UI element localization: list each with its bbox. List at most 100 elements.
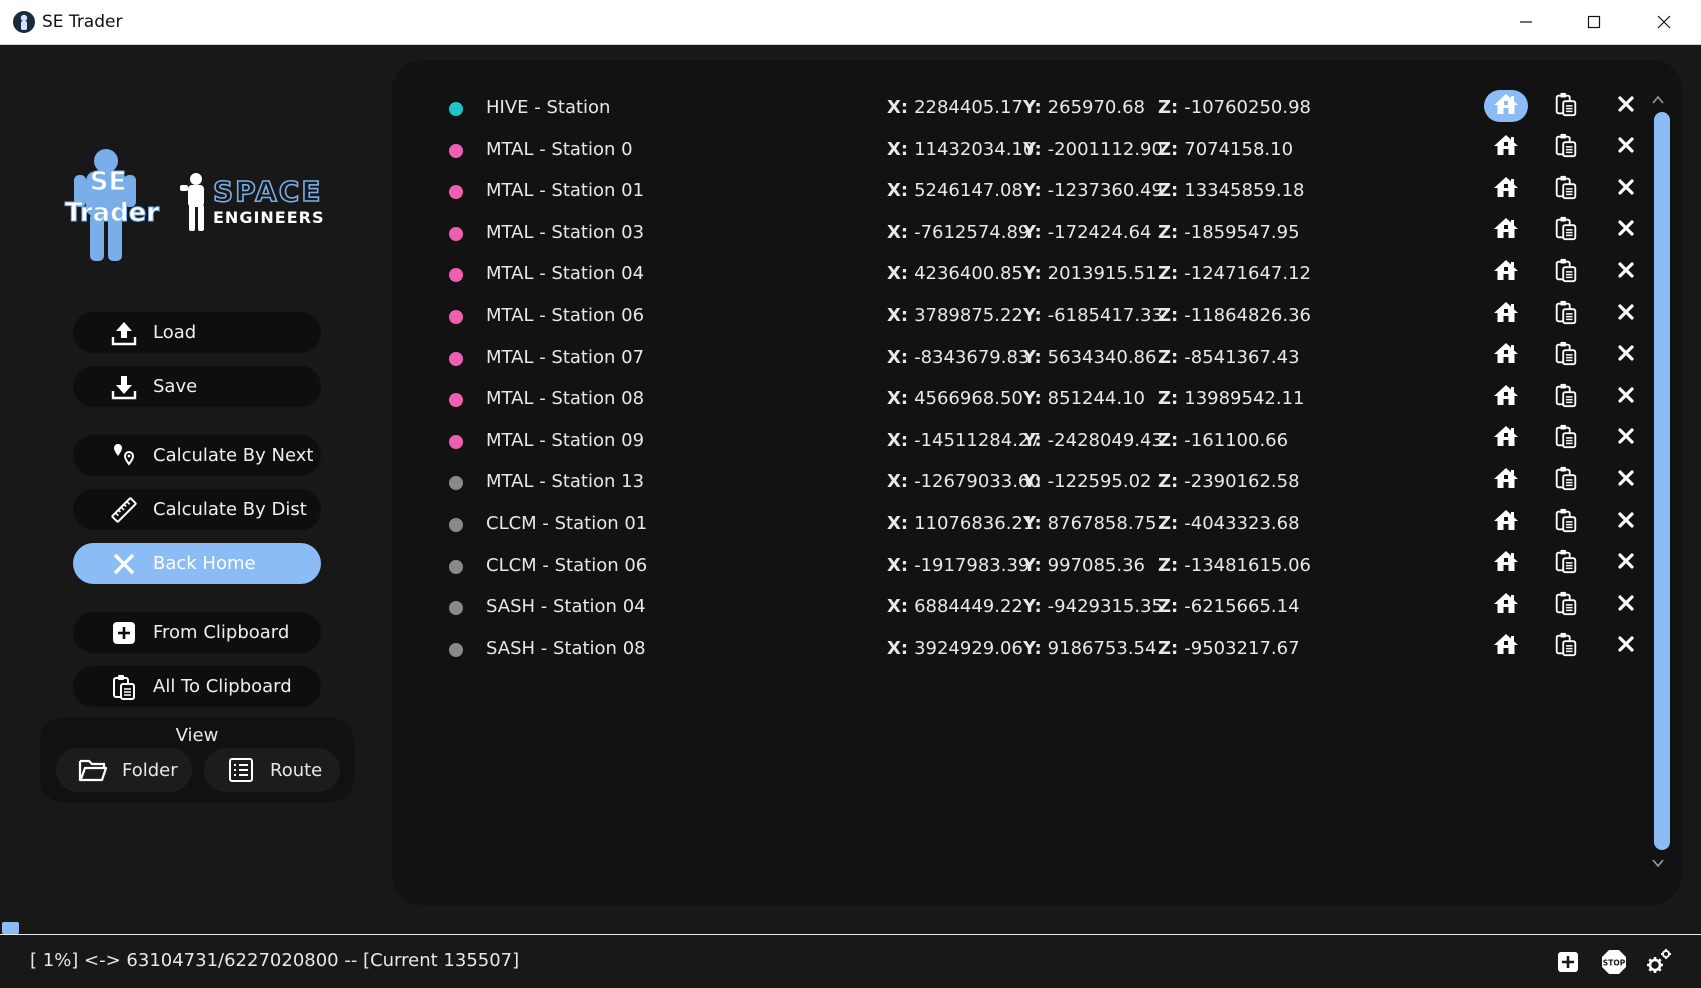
copy-to-clipboard-button[interactable]: [1544, 256, 1588, 288]
load-button[interactable]: Load: [73, 312, 321, 353]
copy-to-clipboard-button[interactable]: [1544, 90, 1588, 122]
set-home-button[interactable]: [1484, 340, 1528, 372]
set-home-button[interactable]: [1484, 215, 1528, 247]
coord-y-label: Y:: [1023, 471, 1042, 493]
set-home-button[interactable]: [1484, 506, 1528, 538]
close-window-button[interactable]: [1632, 0, 1696, 44]
set-home-button[interactable]: [1484, 381, 1528, 413]
copy-to-clipboard-button[interactable]: [1544, 548, 1588, 580]
remove-station-button[interactable]: [1604, 256, 1648, 288]
coord-x: X: 5246147.08: [887, 180, 1023, 201]
stop-button[interactable]: STOP: [1599, 947, 1629, 977]
station-row[interactable]: HIVE - Station X: 2284405.17 Y: 265970.68 Z: -…: [392, 87, 1652, 132]
set-home-button[interactable]: [1484, 298, 1528, 330]
remove-station-button[interactable]: [1604, 90, 1648, 122]
view-folder-button[interactable]: Folder: [56, 748, 192, 792]
remove-station-button[interactable]: [1604, 340, 1648, 372]
remove-station-button[interactable]: [1604, 464, 1648, 496]
coord-z-label: Z:: [1158, 429, 1179, 451]
coord-z: Z: -161100.66: [1158, 430, 1288, 451]
set-home-button[interactable]: [1484, 631, 1528, 663]
coord-x-value: 11432034.10: [914, 138, 1035, 160]
station-row[interactable]: CLCM - Station 06 X: -1917983.39 Y: 997085.3…: [392, 545, 1652, 590]
calculate-by-next-button[interactable]: Calculate By Next: [73, 435, 321, 476]
copy-to-clipboard-button[interactable]: [1544, 215, 1588, 247]
coord-y: Y: -2001112.90: [1023, 139, 1163, 160]
copy-to-clipboard-button[interactable]: [1544, 340, 1588, 372]
station-row[interactable]: SASH - Station 08 X: 3924929.06 Y: 9186753.5…: [392, 628, 1652, 673]
scroll-up-button[interactable]: [1650, 92, 1666, 108]
settings-button[interactable]: [1643, 947, 1673, 977]
remove-station-button[interactable]: [1604, 506, 1648, 538]
copy-to-clipboard-button[interactable]: [1544, 631, 1588, 663]
copy-to-clipboard-button[interactable]: [1544, 132, 1588, 164]
set-home-button[interactable]: [1484, 256, 1528, 288]
remove-station-button[interactable]: [1604, 381, 1648, 413]
station-row[interactable]: MTAL - Station 09 X: -14511284.27 Y: -242804…: [392, 420, 1652, 465]
copy-to-clipboard-button[interactable]: [1544, 506, 1588, 538]
svg-text:ENGINEERS: ENGINEERS: [213, 208, 325, 227]
set-home-button[interactable]: [1484, 589, 1528, 621]
back-home-button[interactable]: Back Home: [73, 543, 321, 584]
view-route-button[interactable]: Route: [204, 748, 340, 792]
divider: [0, 934, 1701, 935]
scroll-down-button[interactable]: [1650, 855, 1666, 871]
station-row[interactable]: MTAL - Station 06 X: 3789875.22 Y: -6185417.…: [392, 295, 1652, 340]
set-home-button[interactable]: [1484, 423, 1528, 455]
copy-to-clipboard-button[interactable]: [1544, 173, 1588, 205]
coord-z: Z: -9503217.67: [1158, 638, 1300, 659]
coord-z-value: -8541367.43: [1184, 346, 1300, 368]
copy-to-clipboard-button[interactable]: [1544, 589, 1588, 621]
station-row[interactable]: SASH - Station 04 X: 6884449.22 Y: -9429315.…: [392, 586, 1652, 631]
save-button[interactable]: Save: [73, 366, 321, 407]
minimize-button[interactable]: [1494, 0, 1558, 44]
station-row[interactable]: MTAL - Station 01 X: 5246147.08 Y: -1237360.…: [392, 170, 1652, 215]
copy-to-clipboard-button[interactable]: [1544, 423, 1588, 455]
coord-y: Y: -6185417.33: [1023, 305, 1163, 326]
station-row[interactable]: MTAL - Station 04 X: 4236400.85 Y: 2013915.5…: [392, 253, 1652, 298]
set-home-button[interactable]: [1484, 548, 1528, 580]
coord-z-value: -6215665.14: [1184, 596, 1300, 618]
station-row[interactable]: MTAL - Station 07 X: -8343679.83 Y: 5634340.…: [392, 337, 1652, 382]
coord-x-label: X:: [887, 346, 909, 368]
coord-y-value: 5634340.86: [1047, 346, 1157, 368]
station-name: SASH - Station 08: [486, 637, 646, 659]
remove-station-button[interactable]: [1604, 173, 1648, 205]
all-to-clipboard-button[interactable]: All To Clipboard: [73, 666, 321, 707]
remove-station-button[interactable]: [1604, 423, 1648, 455]
add-button[interactable]: [1553, 947, 1583, 977]
station-row[interactable]: MTAL - Station 0 X: 11432034.10 Y: -2001112.…: [392, 129, 1652, 174]
station-name: MTAL - Station 13: [486, 471, 645, 493]
set-home-button[interactable]: [1484, 173, 1528, 205]
station-row[interactable]: CLCM - Station 01 X: 11076836.21 Y: 8767858.…: [392, 503, 1652, 548]
station-row[interactable]: MTAL - Station 08 X: 4566968.50 Y: 851244.10…: [392, 378, 1652, 423]
x-icon: [1617, 219, 1635, 242]
coord-z-value: -12471647.12: [1184, 263, 1311, 285]
x-icon: [1617, 635, 1635, 658]
from-clipboard-button[interactable]: From Clipboard: [73, 612, 321, 653]
remove-station-button[interactable]: [1604, 631, 1648, 663]
maximize-button[interactable]: [1562, 0, 1626, 44]
coord-x-label: X:: [887, 471, 909, 493]
map-pins-icon: [109, 441, 139, 471]
remove-station-button[interactable]: [1604, 298, 1648, 330]
clipboard-icon: [1553, 507, 1579, 538]
remove-station-button[interactable]: [1604, 215, 1648, 247]
copy-to-clipboard-button[interactable]: [1544, 381, 1588, 413]
coord-x-value: 3789875.22: [914, 305, 1023, 326]
scrollbar-thumb[interactable]: [1654, 112, 1670, 850]
remove-station-button[interactable]: [1604, 548, 1648, 580]
station-row[interactable]: MTAL - Station 13 X: -12679033.60 Y: -122595…: [392, 461, 1652, 506]
coord-x-value: -8343679.83: [914, 346, 1030, 368]
remove-station-button[interactable]: [1604, 132, 1648, 164]
coord-z-label: Z:: [1158, 305, 1179, 326]
set-home-button[interactable]: [1484, 464, 1528, 496]
copy-to-clipboard-button[interactable]: [1544, 298, 1588, 330]
set-home-button[interactable]: [1484, 90, 1528, 122]
coord-x: X: -7612574.89: [887, 222, 1029, 243]
copy-to-clipboard-button[interactable]: [1544, 464, 1588, 496]
set-home-button[interactable]: [1484, 132, 1528, 164]
station-row[interactable]: MTAL - Station 03 X: -7612574.89 Y: -172424.…: [392, 212, 1652, 257]
calculate-by-dist-button[interactable]: Calculate By Dist: [73, 489, 321, 530]
remove-station-button[interactable]: [1604, 589, 1648, 621]
